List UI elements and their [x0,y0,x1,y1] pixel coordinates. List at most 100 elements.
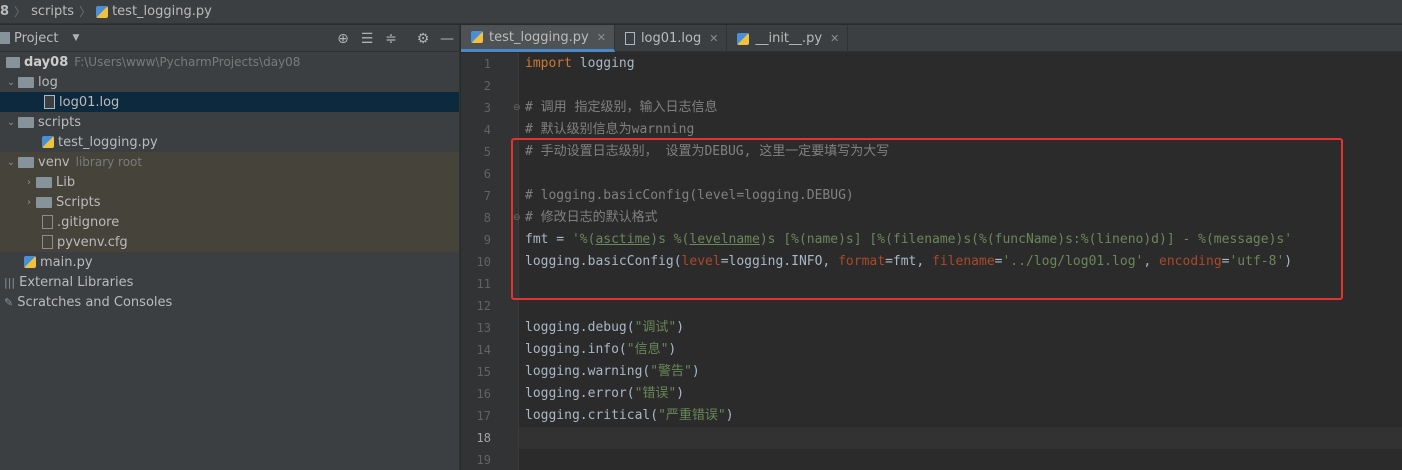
chevron-right-icon[interactable]: › [22,177,36,188]
line-number: 4 [483,123,491,137]
library-root-note: library root [75,155,143,169]
chevron-down-icon[interactable]: ⌄ [4,77,18,88]
gitignore-file-icon [42,215,53,229]
tab-init-py[interactable]: __init__.py ✕ [727,25,849,52]
tree-item-label: pyvenv.cfg [57,234,128,250]
code-text: logging.critical( [525,408,659,423]
tree-item-gitignore[interactable]: .gitignore [0,212,459,232]
project-tree: day08 F:\Users\www\PycharmProjects\day08… [0,52,459,312]
fold-icon[interactable]: ⊖ [513,97,521,119]
collapse-all-icon[interactable]: ≑ [379,27,403,51]
project-icon [0,32,10,44]
current-line-highlight [461,427,1402,449]
line-number: 11 [476,277,491,291]
tree-item-day08[interactable]: day08 F:\Users\www\PycharmProjects\day08 [0,52,459,72]
breadcrumb-file[interactable]: test_logging.py [96,4,212,19]
close-icon[interactable]: ✕ [709,32,718,45]
string-literal: "严重错误" [658,408,726,423]
line-number: 10 [476,255,491,269]
code-line-17: logging.critical("严重错误") [525,405,734,427]
breadcrumb-folder-label: scripts [31,4,75,19]
folder-icon [6,57,20,68]
string-literal: "信息" [626,342,669,357]
close-icon[interactable]: ✕ [830,32,839,45]
breadcrumb-project[interactable]: 8 [0,4,9,19]
code-line-14: logging.info("信息") [525,339,676,361]
code-text: logging.debug( [525,320,635,335]
tree-item-log01-log[interactable]: log01.log [0,92,459,112]
project-toolbar: Project ▼ ⊕ ☰ ≑ ⚙ — [0,25,459,52]
line-number: 16 [476,387,491,401]
close-icon[interactable]: ✕ [597,31,606,44]
python-file-icon [737,32,750,45]
line-number: 8 [483,211,491,225]
line-number: 18 [476,431,491,445]
tree-item-scratches[interactable]: ✎ Scratches and Consoles [0,292,459,312]
line-number: 15 [476,365,491,379]
config-file-icon [42,235,53,249]
line-number: 17 [476,409,491,423]
tree-item-scripts[interactable]: ⌄ scripts [0,112,459,132]
line-number: 9 [483,233,491,247]
tree-item-label: External Libraries [19,274,134,290]
tree-item-label: .gitignore [57,214,120,230]
tree-item-label: log [38,74,58,90]
chevron-down-icon[interactable]: ⌄ [4,117,18,128]
tree-item-venv[interactable]: ⌄ venv library root [0,152,459,172]
tree-item-label: Lib [56,174,76,190]
string-literal: "警告" [650,364,692,379]
gear-icon[interactable]: ⚙ [411,27,435,51]
code-text: logging.info( [525,342,627,357]
tab-label: log01.log [640,31,702,46]
string-literal: "调试" [634,320,677,335]
tree-item-test-logging[interactable]: test_logging.py [0,132,459,152]
line-number: 19 [476,453,491,467]
line-number: 14 [476,343,491,357]
folder-icon [18,77,34,88]
tab-test-logging[interactable]: test_logging.py ✕ [461,25,615,52]
code-text: ) [668,342,677,357]
log-file-icon [44,95,55,109]
chevron-right-icon[interactable]: › [22,197,36,208]
tree-item-label: Scripts [56,194,101,210]
tree-item-main-py[interactable]: main.py [0,252,459,272]
line-number: 12 [476,299,491,313]
keyword: import [525,56,572,71]
code-text: logging [571,56,635,71]
code-line-1: import logging [525,53,635,75]
scratches-icon: ✎ [4,295,14,309]
library-icon: ||| [4,275,16,289]
breadcrumb-folder[interactable]: scripts [31,4,74,19]
breadcrumb-file-label: test_logging.py [112,4,212,19]
code-text: logging.warning( [525,364,651,379]
project-view-selector[interactable]: Project ▼ [0,31,79,46]
project-title: Project [14,30,59,46]
project-tools: ⊕ ☰ ≑ ⚙ — [331,25,459,52]
tree-item-pyvenv-cfg[interactable]: pyvenv.cfg [0,232,459,252]
tree-item-scripts-venv[interactable]: › Scripts [0,192,459,212]
hide-panel-icon[interactable]: — [435,27,459,51]
editor-tabs: test_logging.py ✕ log01.log ✕ __init__.p… [461,25,1402,52]
line-number: 6 [483,167,491,181]
locate-file-icon[interactable]: ⊕ [331,27,355,51]
chevron-right-icon: 〉 [14,5,27,19]
expand-all-icon[interactable]: ☰ [355,27,379,51]
folder-icon [36,197,52,208]
line-number: 13 [476,321,491,335]
code-line-13: logging.debug("调试") [525,317,684,339]
tree-item-lib[interactable]: › Lib [0,172,459,192]
code-line-16: logging.error("错误") [525,383,684,405]
folder-icon [18,157,34,168]
tree-item-label: day08 [24,54,69,70]
python-file-icon [24,256,36,268]
tree-item-log[interactable]: ⌄ log [0,72,459,92]
line-number: 2 [483,79,491,93]
chevron-down-icon[interactable]: ⌄ [4,157,18,168]
tree-item-external-libraries[interactable]: ||| External Libraries [0,272,459,292]
tree-item-label: Scratches and Consoles [17,294,173,310]
folder-icon [18,117,34,128]
tab-log01-log[interactable]: log01.log ✕ [615,25,728,52]
tree-item-label: main.py [40,254,93,270]
tab-label: test_logging.py [489,29,589,45]
breadcrumb: 8 〉 scripts 〉 test_logging.py [0,0,1402,24]
